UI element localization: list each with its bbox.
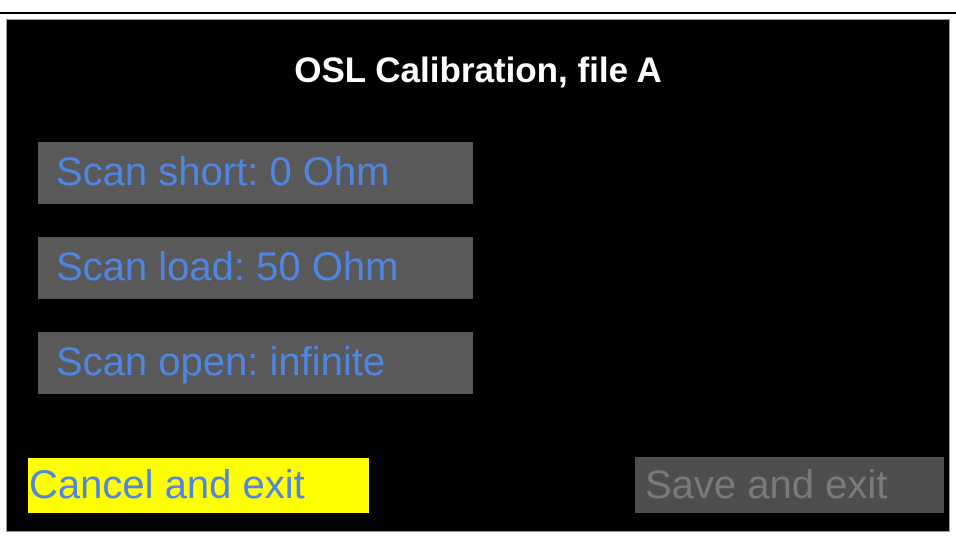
scan-short-button[interactable]: Scan short: 0 Ohm [38, 142, 473, 204]
scan-load-button[interactable]: Scan load: 50 Ohm [38, 237, 473, 299]
save-and-exit-button: Save and exit [635, 457, 944, 513]
top-strip [0, 0, 956, 12]
scan-open-button[interactable]: Scan open: infinite [38, 332, 473, 394]
screen-title: OSL Calibration, file A [294, 51, 662, 90]
calibration-screen: OSL Calibration, file A Scan short: 0 Oh… [6, 19, 950, 532]
top-divider [0, 12, 956, 14]
cancel-and-exit-button[interactable]: Cancel and exit [28, 458, 369, 513]
